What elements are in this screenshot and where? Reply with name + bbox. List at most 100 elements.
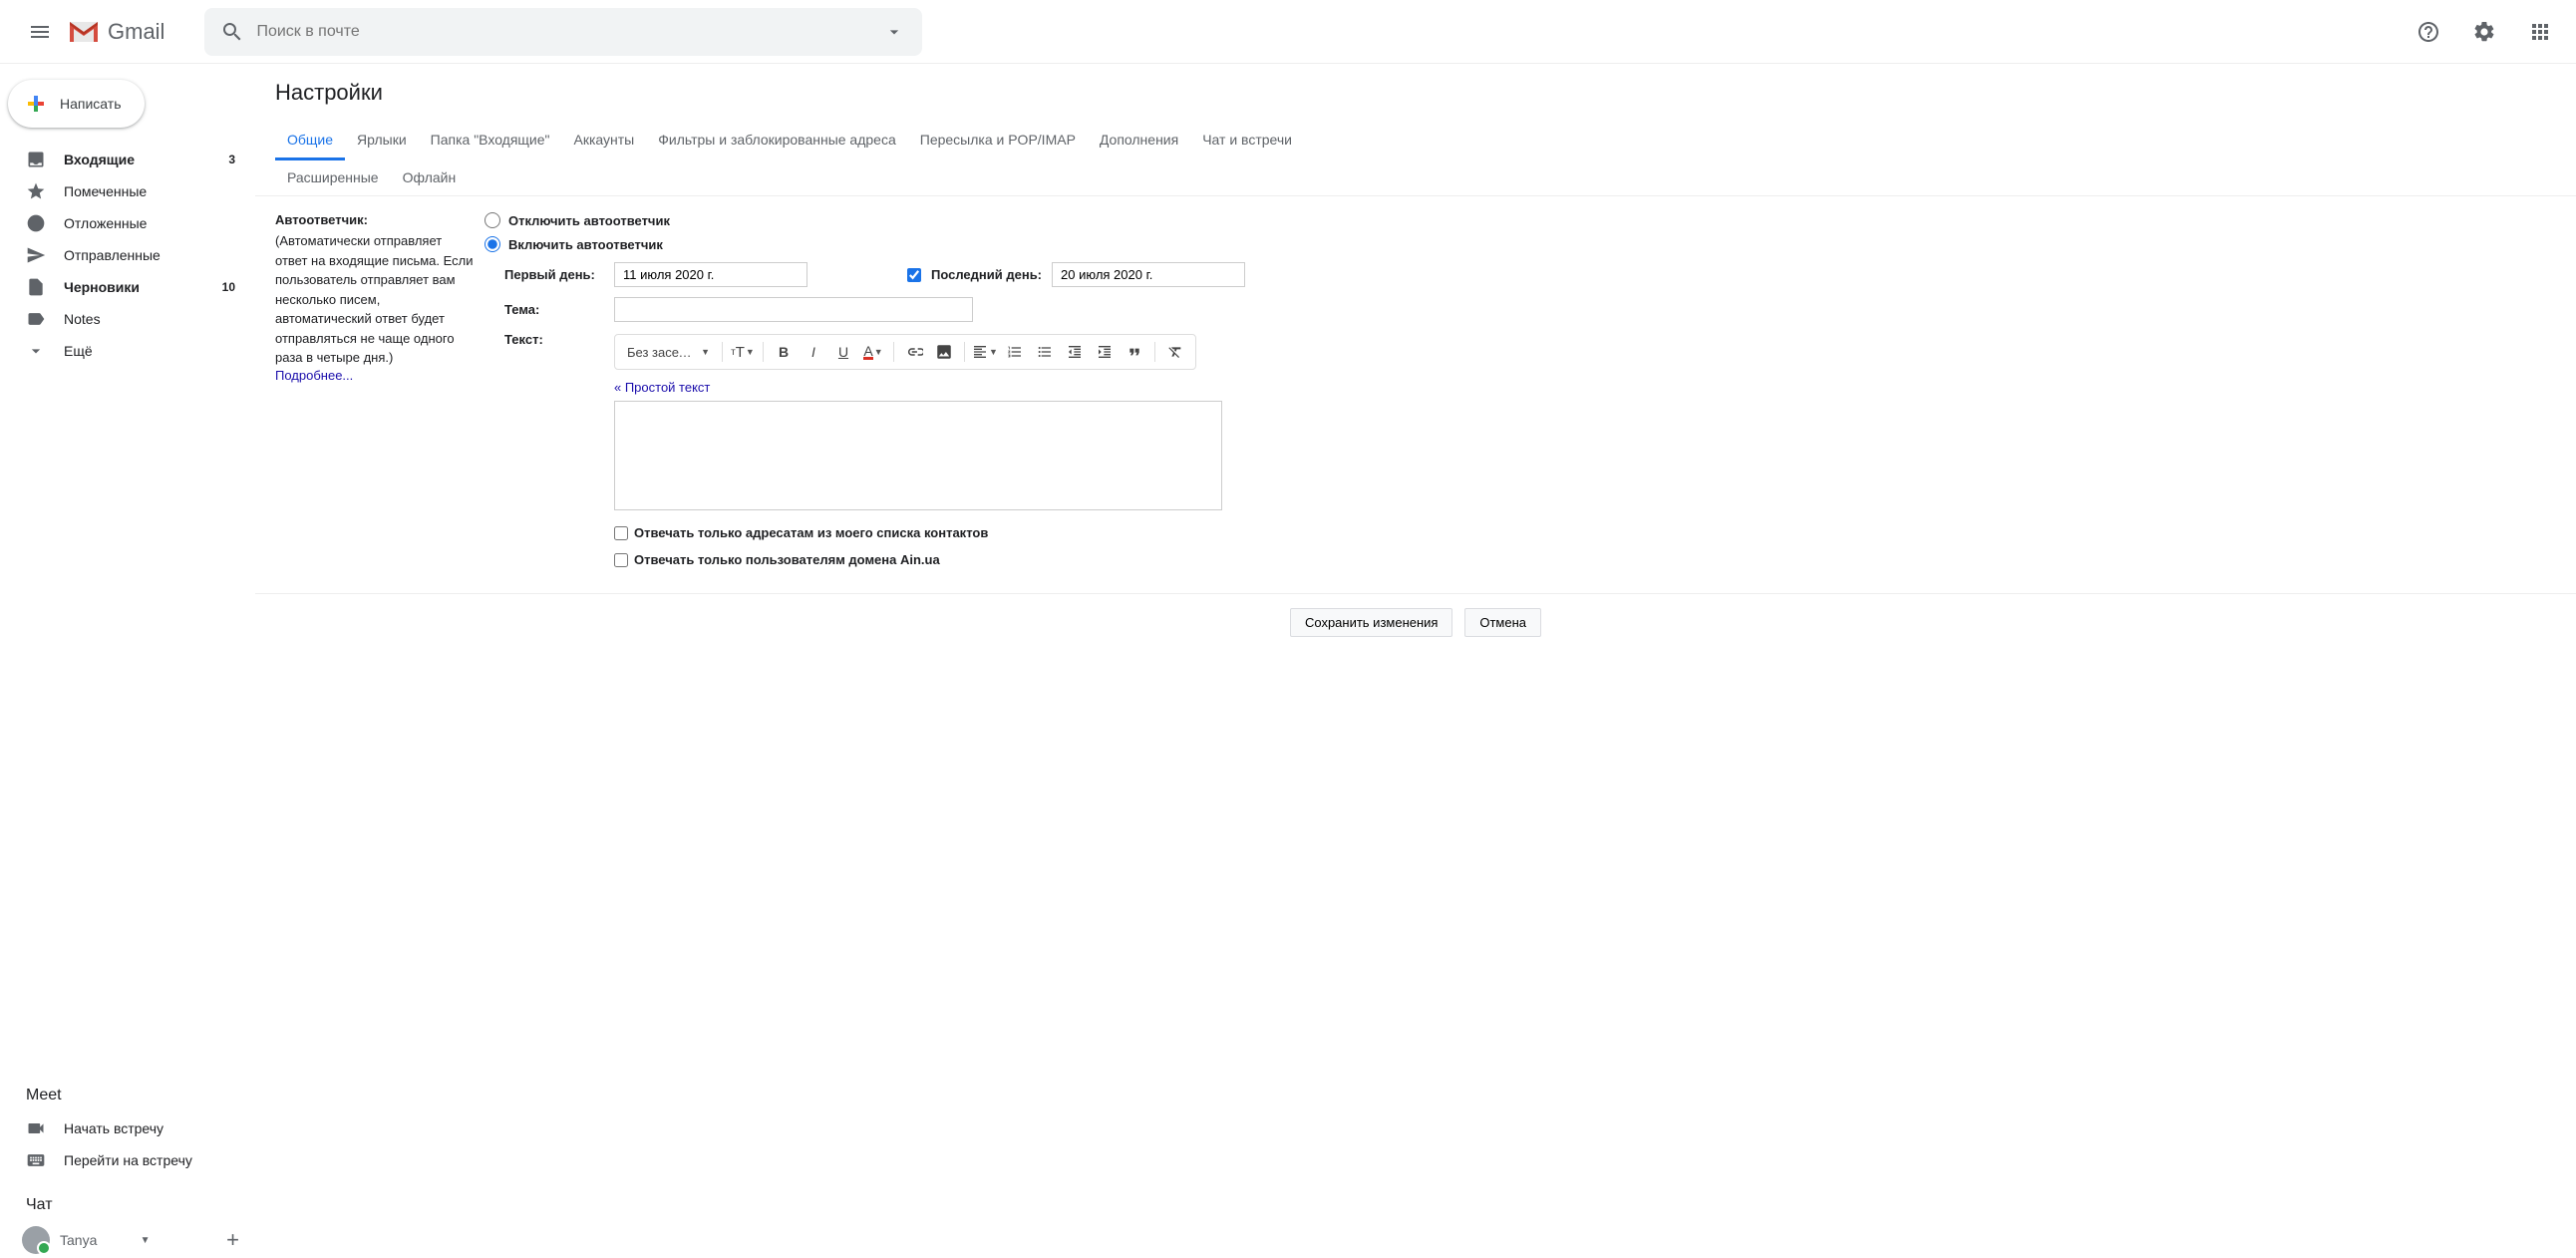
link-icon <box>905 343 923 361</box>
responder-on-radio[interactable] <box>484 236 500 252</box>
bullet-list-button[interactable] <box>1031 339 1059 365</box>
sidebar-item-snoozed[interactable]: Отложенные <box>0 207 247 239</box>
align-button[interactable]: ▼ <box>971 339 999 365</box>
app-header: Gmail <box>0 0 2576 64</box>
text-label: Текст: <box>504 332 604 347</box>
chat-user-name: Tanya <box>60 1232 137 1248</box>
align-icon <box>972 344 988 360</box>
font-family-select[interactable]: Без засеч…▼ <box>621 339 716 365</box>
save-button[interactable]: Сохранить изменения <box>1290 608 1453 637</box>
caret-down-icon <box>884 22 904 42</box>
indent-less-button[interactable] <box>1061 339 1089 365</box>
last-day-checkbox[interactable] <box>907 268 921 282</box>
meet-start-button[interactable]: Начать встречу <box>0 1112 247 1144</box>
menu-button[interactable] <box>16 8 64 56</box>
sidebar-item-notes[interactable]: Notes <box>0 303 247 335</box>
help-button[interactable] <box>2409 12 2448 52</box>
hamburger-icon <box>28 20 52 44</box>
remove-format-button[interactable] <box>1161 339 1189 365</box>
subject-input[interactable] <box>614 297 973 322</box>
apps-button[interactable] <box>2520 12 2560 52</box>
tab-inbox[interactable]: Папка "Входящие" <box>419 122 562 159</box>
gmail-logo-icon <box>68 20 100 44</box>
video-icon <box>26 1118 46 1138</box>
settings-button[interactable] <box>2464 12 2504 52</box>
link-button[interactable] <box>900 339 928 365</box>
section-title: Автоответчик: <box>275 212 368 227</box>
responder-on-label: Включить автоответчик <box>508 237 663 252</box>
italic-button[interactable]: I <box>800 339 827 365</box>
tab-forwarding[interactable]: Пересылка и POP/IMAP <box>908 122 1088 159</box>
compose-label: Написать <box>60 96 121 112</box>
tab-offline[interactable]: Офлайн <box>391 159 469 195</box>
image-icon <box>935 343 953 361</box>
sidebar-item-drafts[interactable]: Черновики 10 <box>0 271 247 303</box>
meet-section-title: Meet <box>0 1079 255 1112</box>
tab-general[interactable]: Общие <box>275 122 345 160</box>
clock-icon <box>26 213 46 233</box>
first-day-input[interactable] <box>614 262 807 287</box>
search-icon <box>220 20 244 44</box>
text-color-button[interactable]: A▼ <box>859 339 887 365</box>
app-logo[interactable]: Gmail <box>68 19 164 45</box>
gear-icon <box>2472 20 2496 44</box>
search-input[interactable] <box>256 23 882 41</box>
last-day-input[interactable] <box>1052 262 1245 287</box>
list-ol-icon <box>1007 344 1023 360</box>
tab-addons[interactable]: Дополнения <box>1088 122 1190 159</box>
tab-chat[interactable]: Чат и встречи <box>1190 122 1304 159</box>
cancel-button[interactable]: Отмена <box>1464 608 1541 637</box>
last-day-label: Последний день: <box>931 267 1042 282</box>
domain-only-checkbox[interactable] <box>614 553 628 567</box>
learn-more-link[interactable]: Подробнее... <box>275 368 353 383</box>
list-ul-icon <box>1037 344 1053 360</box>
star-icon <box>26 181 46 201</box>
font-size-button[interactable]: тT▼ <box>729 339 757 365</box>
chevron-down-icon <box>26 341 46 361</box>
bold-button[interactable]: B <box>770 339 798 365</box>
sidebar: Написать Входящие 3 Помеченные Отложенны… <box>0 64 255 1258</box>
chat-user-row[interactable]: Tanya ▼ + <box>0 1222 255 1258</box>
compose-button[interactable]: Написать <box>8 80 145 128</box>
search-bar[interactable] <box>204 8 922 56</box>
quote-icon <box>1127 344 1142 360</box>
plain-text-link[interactable]: « Простой текст <box>614 380 710 395</box>
tab-accounts[interactable]: Аккаунты <box>562 122 647 159</box>
vacation-responder-section: Автоответчик: (Автоматически отправляет … <box>255 196 2576 594</box>
sidebar-item-sent[interactable]: Отправленные <box>0 239 247 271</box>
tab-advanced[interactable]: Расширенные <box>275 159 391 195</box>
sidebar-item-more[interactable]: Ещё <box>0 335 247 367</box>
tab-filters[interactable]: Фильтры и заблокированные адреса <box>646 122 908 159</box>
file-icon <box>26 277 46 297</box>
responder-off-radio[interactable] <box>484 212 500 228</box>
keyboard-icon <box>26 1150 46 1170</box>
responder-off-label: Отключить автоответчик <box>508 213 670 228</box>
underline-button[interactable]: U <box>829 339 857 365</box>
indent-increase-icon <box>1097 344 1113 360</box>
contacts-only-checkbox[interactable] <box>614 526 628 540</box>
plus-multicolor-icon <box>24 92 48 116</box>
contacts-only-label: Отвечать только адресатам из моего списк… <box>634 525 988 540</box>
rich-text-toolbar: Без засеч…▼ тT▼ B I U A▼ ▼ <box>614 334 1196 370</box>
sidebar-item-inbox[interactable]: Входящие 3 <box>0 144 247 175</box>
send-icon <box>26 245 46 265</box>
nav-list: Входящие 3 Помеченные Отложенные Отправл… <box>0 144 255 367</box>
avatar-icon <box>22 1226 50 1254</box>
app-name: Gmail <box>108 19 164 45</box>
message-textarea[interactable] <box>614 401 1222 510</box>
quote-button[interactable] <box>1121 339 1148 365</box>
image-button[interactable] <box>930 339 958 365</box>
indent-more-button[interactable] <box>1091 339 1119 365</box>
meet-join-button[interactable]: Перейти на встречу <box>0 1144 247 1176</box>
tab-labels[interactable]: Ярлыки <box>345 122 419 159</box>
new-chat-button[interactable]: + <box>226 1227 239 1253</box>
numbered-list-button[interactable] <box>1001 339 1029 365</box>
help-icon <box>2416 20 2440 44</box>
section-description: (Автоматически отправляет ответ на входя… <box>275 231 475 368</box>
inbox-icon <box>26 150 46 169</box>
main-content: Настройки Общие Ярлыки Папка "Входящие" … <box>255 64 2576 1258</box>
sidebar-item-starred[interactable]: Помеченные <box>0 175 247 207</box>
first-day-label: Первый день: <box>504 267 604 282</box>
subject-label: Тема: <box>504 302 604 317</box>
search-options-button[interactable] <box>882 20 906 44</box>
